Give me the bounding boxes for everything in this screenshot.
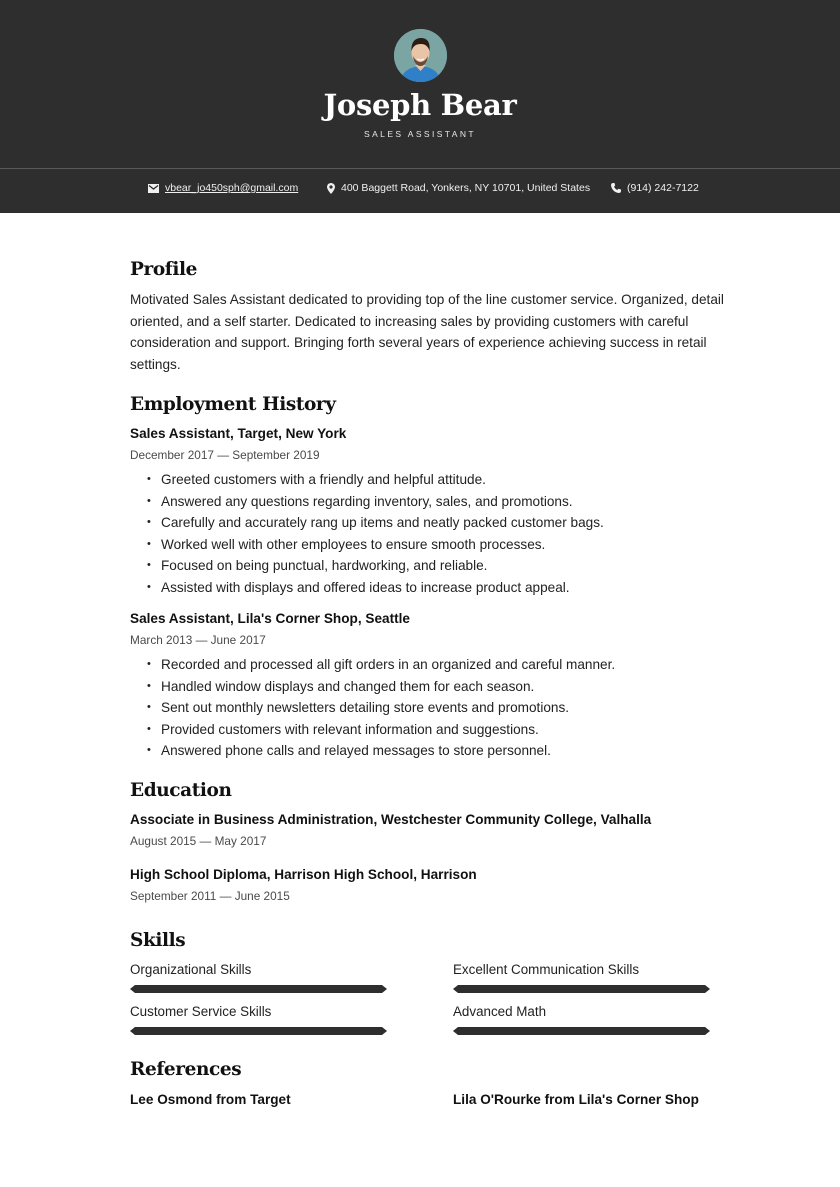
contact-address: 400 Baggett Road, Yonkers, NY 10701, Uni… (327, 182, 590, 194)
skill-bar-graphic (453, 1027, 710, 1035)
contact-bar: vbear_jo450sph@gmail.com 400 Baggett Roa… (0, 168, 840, 213)
skill-bar-graphic (453, 985, 710, 993)
education-heading: High School Diploma, Harrison High Schoo… (130, 867, 477, 882)
bullet-dot-icon: • (147, 473, 151, 485)
bullet-dot-icon: • (147, 744, 151, 757)
bullet-item: • Greeted customers with a friendly and h… (147, 469, 747, 491)
bullet-item: • Focused on being punctual, hardworking,… (147, 555, 747, 577)
bullet-text: Recorded and processed all gift orders i… (161, 657, 616, 672)
skill-bar-fill (130, 985, 387, 993)
bullet-text: Handled window displays and changed them… (161, 678, 535, 694)
phone-text[interactable]: (914) 242-7122 (627, 182, 699, 194)
skill-label: Excellent Communication Skills (453, 962, 640, 977)
bullet-text: Provided customers with relevant informa… (161, 721, 539, 737)
bullet-item: • Carefully and accurately rang up items … (147, 512, 747, 534)
skill-bar (130, 985, 387, 993)
reference-name: Lila O'Rourke from Lila's Corner Shop (453, 1092, 699, 1107)
bullet-item: • Answered any questions regarding invent… (147, 491, 747, 513)
skill-bar-graphic (130, 1027, 387, 1035)
bullet-text: Answered any questions regarding invento… (161, 493, 573, 509)
section-title-references: References (130, 1059, 242, 1080)
bullet-item: • Handled window displays and changed the… (147, 676, 747, 698)
bullet-text: Answered phone calls and relayed message… (161, 743, 551, 759)
education-dates: August 2015 — May 2017 (130, 834, 267, 848)
bullet-dot-icon: • (147, 537, 151, 550)
map-pin-icon (327, 182, 335, 194)
job-bullets: • Recorded and processed all gift orders … (147, 654, 747, 762)
profile-line: oriented, and a self starter. Dedicated … (130, 313, 689, 329)
bullet-item: • Sent out monthly newsletters detailing … (147, 697, 747, 719)
job-heading: Sales Assistant, Target, New York (130, 426, 347, 441)
skill-bar (130, 1027, 387, 1035)
bullet-text: Greeted customers with a friendly and he… (161, 472, 486, 487)
section-title-employment: Employment History (130, 394, 336, 415)
section-title-education: Education (130, 780, 232, 801)
bullet-item: • Assisted with displays and offered idea… (147, 577, 747, 599)
job-heading: Sales Assistant, Lila's Corner Shop, Sea… (130, 611, 410, 626)
bullet-dot-icon: • (147, 679, 151, 692)
bullet-item: • Answered phone calls and relayed messag… (147, 740, 747, 762)
bullet-dot-icon: • (147, 580, 151, 593)
envelope-icon (148, 183, 159, 193)
profile-line: Motivated Sales Assistant dedicated to p… (130, 292, 724, 307)
skill-label: Organizational Skills (130, 962, 252, 977)
section-title-profile: Profile (130, 259, 197, 280)
phone-icon (611, 183, 621, 193)
reference-name: Lee Osmond from Target (130, 1092, 291, 1107)
avatar (394, 29, 447, 82)
bullet-text: Worked well with other employees to ensu… (161, 536, 546, 552)
job-bullets: • Greeted customers with a friendly and h… (147, 469, 747, 599)
email-link[interactable]: vbear_jo450sph@gmail.com (165, 182, 298, 194)
bullet-text: Assisted with displays and offered ideas… (161, 579, 570, 595)
bullet-dot-icon: • (147, 494, 151, 507)
section-title-skills: Skills (130, 930, 186, 951)
skill-bar-fill (453, 985, 710, 993)
bullet-dot-icon: • (147, 722, 151, 735)
bullet-dot-icon: • (147, 516, 151, 529)
candidate-job-title: SALES ASSISTANT (364, 129, 476, 139)
contact-email[interactable]: vbear_jo450sph@gmail.com (148, 182, 298, 194)
bullet-item: • Provided customers with relevant inform… (147, 719, 747, 741)
skill-bar-graphic (130, 985, 387, 993)
bullet-dot-icon: • (147, 559, 151, 572)
job-dates: March 2013 — June 2017 (130, 633, 266, 647)
resume-header: Joseph Bear SALES ASSISTANT (0, 0, 840, 168)
profile-photo-icon (394, 29, 447, 82)
bullet-item: • Worked well with other employees to ens… (147, 534, 747, 556)
profile-summary: Motivated Sales Assistant dedicated to p… (130, 289, 730, 376)
skill-label: Advanced Math (453, 1004, 547, 1019)
profile-line: consideration and support. Bringing fort… (130, 335, 707, 351)
skill-bar-fill (130, 1027, 387, 1035)
skill-bar (453, 1027, 710, 1035)
job-dates: December 2017 — September 2019 (130, 448, 320, 462)
contact-phone[interactable]: (914) 242-7122 (611, 182, 699, 194)
skill-label: Customer Service Skills (130, 1004, 272, 1019)
skill-bar-fill (453, 1027, 710, 1035)
bullet-dot-icon: • (147, 701, 151, 714)
address-text: 400 Baggett Road, Yonkers, NY 10701, Uni… (341, 182, 591, 194)
education-dates: September 2011 — June 2015 (130, 889, 290, 903)
bullet-text: Focused on being punctual, hardworking, … (161, 558, 488, 574)
skill-bar (453, 985, 710, 993)
bullet-text: Sent out monthly newsletters detailing s… (161, 700, 570, 716)
education-heading: Associate in Business Administration, We… (130, 812, 652, 827)
candidate-name: Joseph Bear (323, 88, 517, 122)
bullet-dot-icon: • (147, 658, 151, 670)
profile-line: settings. (130, 357, 181, 373)
bullet-item: • Recorded and processed all gift orders … (147, 654, 747, 676)
bullet-text: Carefully and accurately rang up items a… (161, 515, 604, 531)
